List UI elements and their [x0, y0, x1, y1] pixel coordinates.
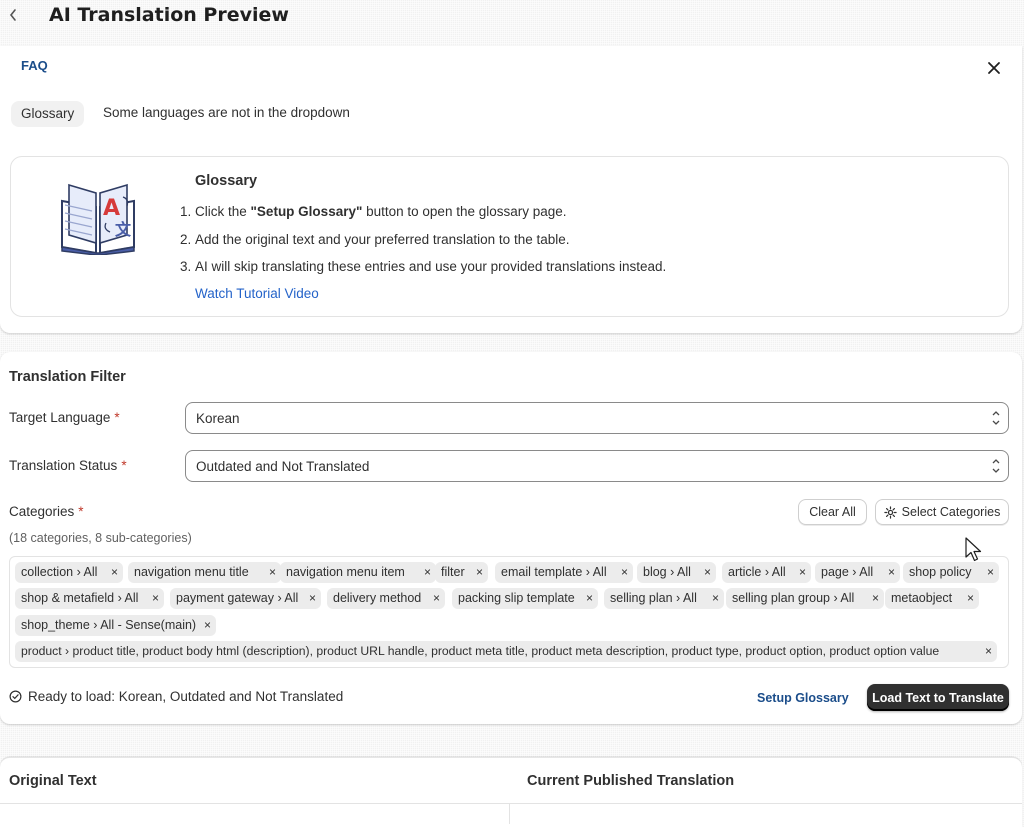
gear-icon: [883, 505, 897, 519]
category-tag: packing slip template ×: [452, 588, 598, 609]
close-faq-button[interactable]: [984, 58, 1004, 78]
glossary-panel: A 文 Glossary Click the "Setup Glossary" …: [10, 156, 1009, 317]
glossary-step-2: Add the original text and your preferred…: [195, 231, 666, 259]
translation-status-select[interactable]: Outdated and Not Translated: [185, 450, 1009, 482]
faq-tab-glossary[interactable]: Glossary: [11, 101, 85, 127]
load-text-button[interactable]: Load Text to Translate: [867, 684, 1009, 711]
translation-table: Original Text Current Published Translat…: [0, 757, 1022, 827]
category-tag: shop & metafield › All ×: [15, 588, 164, 609]
category-tag: collection › All ×: [15, 562, 123, 583]
chevron-left-icon: [9, 9, 16, 21]
target-language-value: Korean: [196, 411, 240, 426]
category-tag: blog › All ×: [637, 562, 716, 583]
category-tag: navigation menu item ×: [280, 562, 436, 583]
remove-tag-icon[interactable]: ×: [476, 562, 483, 583]
category-tag: navigation menu title ×: [128, 562, 281, 583]
category-tags: collection › All × navigation menu title ×…: [9, 556, 1009, 668]
glossary-steps: Click the "Setup Glossary" button to ope…: [179, 203, 666, 286]
mouse-cursor-icon: [965, 537, 982, 562]
glossary-title: Glossary: [195, 173, 258, 189]
category-tag: delivery method ×: [327, 588, 445, 609]
translation-filter-card: Translation Filter Target Language * Kore…: [0, 352, 1022, 724]
remove-tag-icon[interactable]: ×: [985, 641, 992, 662]
close-icon: [988, 62, 1000, 74]
category-tag: selling plan › All ×: [604, 588, 724, 609]
select-categories-label: Select Categories: [901, 505, 1001, 519]
remove-tag-icon[interactable]: ×: [586, 588, 593, 609]
category-tag: article › All ×: [722, 562, 811, 583]
remove-tag-icon[interactable]: ×: [621, 562, 628, 583]
column-header-original: Original Text: [9, 773, 97, 789]
category-tag: shop_theme › All - Sense(main) ×: [15, 615, 216, 636]
faq-card: FAQ Glossary Some languages are not in t…: [0, 46, 1022, 333]
faq-label: FAQ: [21, 58, 48, 73]
select-chevron-icon: [992, 459, 1000, 473]
remove-tag-icon[interactable]: ×: [269, 562, 276, 583]
header-divider: [0, 803, 1022, 804]
select-chevron-icon: [992, 411, 1000, 425]
remove-tag-icon[interactable]: ×: [987, 562, 994, 583]
remove-tag-icon[interactable]: ×: [424, 562, 431, 583]
remove-tag-icon[interactable]: ×: [888, 562, 895, 583]
categories-count: (18 categories, 8 sub-categories): [9, 531, 192, 545]
faq-tab-languages[interactable]: Some languages are not in the dropdown: [103, 105, 350, 120]
remove-tag-icon[interactable]: ×: [309, 588, 316, 609]
category-tag: filter ×: [435, 562, 488, 583]
glossary-step-3: AI will skip translating these entries a…: [195, 258, 666, 286]
remove-tag-icon[interactable]: ×: [204, 615, 211, 636]
select-categories-button[interactable]: Select Categories: [875, 499, 1009, 525]
page-title: AI Translation Preview: [49, 4, 289, 26]
category-tag: selling plan group › All ×: [726, 588, 884, 609]
remove-tag-icon[interactable]: ×: [152, 588, 159, 609]
category-tag: page › All ×: [815, 562, 900, 583]
watch-tutorial-link[interactable]: Watch Tutorial Video: [195, 286, 319, 301]
translation-status-label: Translation Status *: [9, 458, 127, 473]
column-divider: [509, 804, 510, 824]
target-language-select[interactable]: Korean: [185, 402, 1009, 434]
category-tag: metaobject ×: [885, 588, 979, 609]
category-tag: email template › All ×: [495, 562, 633, 583]
remove-tag-icon[interactable]: ×: [967, 588, 974, 609]
remove-tag-icon[interactable]: ×: [872, 588, 879, 609]
categories-label: Categories *: [9, 504, 84, 519]
remove-tag-icon[interactable]: ×: [111, 562, 118, 583]
remove-tag-icon[interactable]: ×: [704, 562, 711, 583]
dictionary-book-icon: A 文: [61, 183, 135, 255]
translation-status-value: Outdated and Not Translated: [196, 459, 370, 474]
glossary-step-1: Click the "Setup Glossary" button to ope…: [195, 203, 666, 231]
column-header-published: Current Published Translation: [527, 773, 735, 789]
clear-all-button[interactable]: Clear All: [798, 499, 867, 525]
setup-glossary-link[interactable]: Setup Glossary: [757, 691, 849, 705]
svg-text:文: 文: [115, 220, 132, 239]
filter-title: Translation Filter: [9, 369, 126, 385]
category-tag: product › product title, product body ht…: [15, 641, 997, 662]
category-tag: payment gateway › All ×: [170, 588, 321, 609]
remove-tag-icon[interactable]: ×: [712, 588, 719, 609]
remove-tag-icon[interactable]: ×: [433, 588, 440, 609]
target-language-label: Target Language *: [9, 410, 120, 425]
top-bar: AI Translation Preview: [0, 0, 1024, 30]
ready-status-text: Ready to load: Korean, Outdated and Not …: [28, 689, 344, 704]
remove-tag-icon[interactable]: ×: [799, 562, 806, 583]
check-circle-icon: [9, 690, 22, 703]
ready-status: Ready to load: Korean, Outdated and Not …: [9, 689, 343, 704]
back-button[interactable]: [0, 0, 26, 30]
category-tag: shop policy ×: [903, 562, 999, 583]
svg-text:A: A: [103, 196, 120, 221]
